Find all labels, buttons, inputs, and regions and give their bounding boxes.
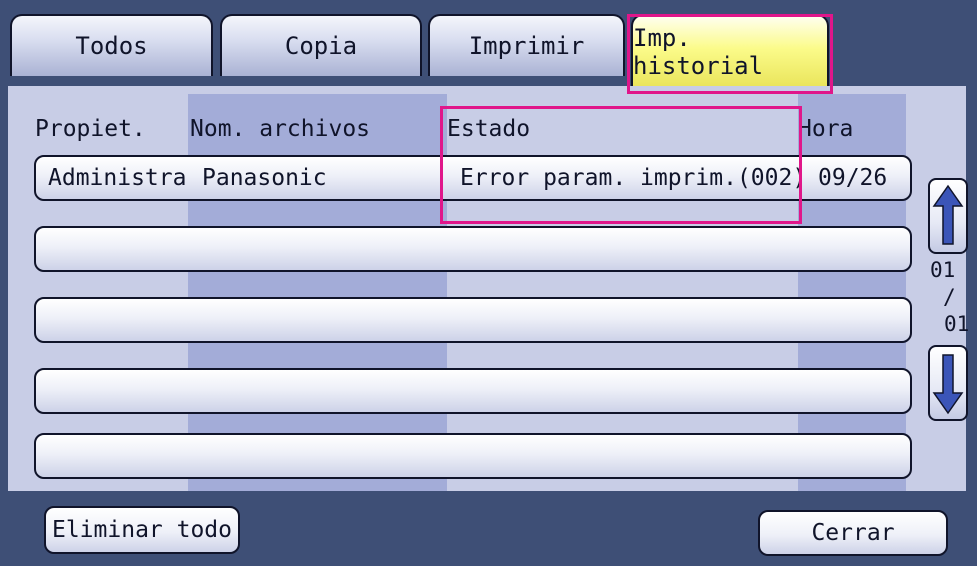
- column-stripe-file-name: [188, 94, 447, 491]
- screen: Todos Copia Imprimir Imp. historial Prop…: [0, 0, 977, 566]
- job-row[interactable]: [34, 226, 912, 272]
- tab-imprimir[interactable]: Imprimir: [428, 14, 625, 76]
- column-header-file-name: Nom. archivos: [190, 116, 371, 142]
- pager-current: 01: [930, 258, 956, 282]
- tab-label: Todos: [75, 32, 148, 60]
- pager-total: 01: [944, 312, 970, 336]
- job-row[interactable]: [34, 433, 912, 479]
- close-button[interactable]: Cerrar: [758, 510, 948, 556]
- column-header-owner: Propiet.: [35, 116, 146, 142]
- row-time: 09/26: [818, 165, 888, 191]
- close-label: Cerrar: [811, 520, 895, 546]
- scroll-up-button[interactable]: [928, 178, 968, 254]
- delete-all-button[interactable]: Eliminar todo: [44, 506, 240, 554]
- tab-todos[interactable]: Todos: [10, 14, 213, 76]
- row-file-name: Panasonic: [202, 165, 327, 191]
- tab-label: Imprimir: [468, 32, 585, 60]
- row-owner: Administra: [48, 165, 187, 191]
- tab-label: Copia: [284, 32, 358, 60]
- highlight-box-tab: [627, 14, 833, 94]
- arrow-up-icon: [932, 184, 964, 245]
- tab-copia[interactable]: Copia: [220, 14, 422, 76]
- pager-separator: /: [943, 285, 956, 309]
- highlight-box-status: [440, 106, 802, 224]
- column-stripe-time: [798, 94, 906, 491]
- job-row[interactable]: [34, 368, 912, 414]
- delete-all-label: Eliminar todo: [51, 517, 232, 543]
- scroll-down-button[interactable]: [928, 345, 968, 421]
- job-row[interactable]: [34, 297, 912, 343]
- arrow-down-icon: [932, 354, 964, 415]
- column-header-time: Hora: [798, 116, 854, 142]
